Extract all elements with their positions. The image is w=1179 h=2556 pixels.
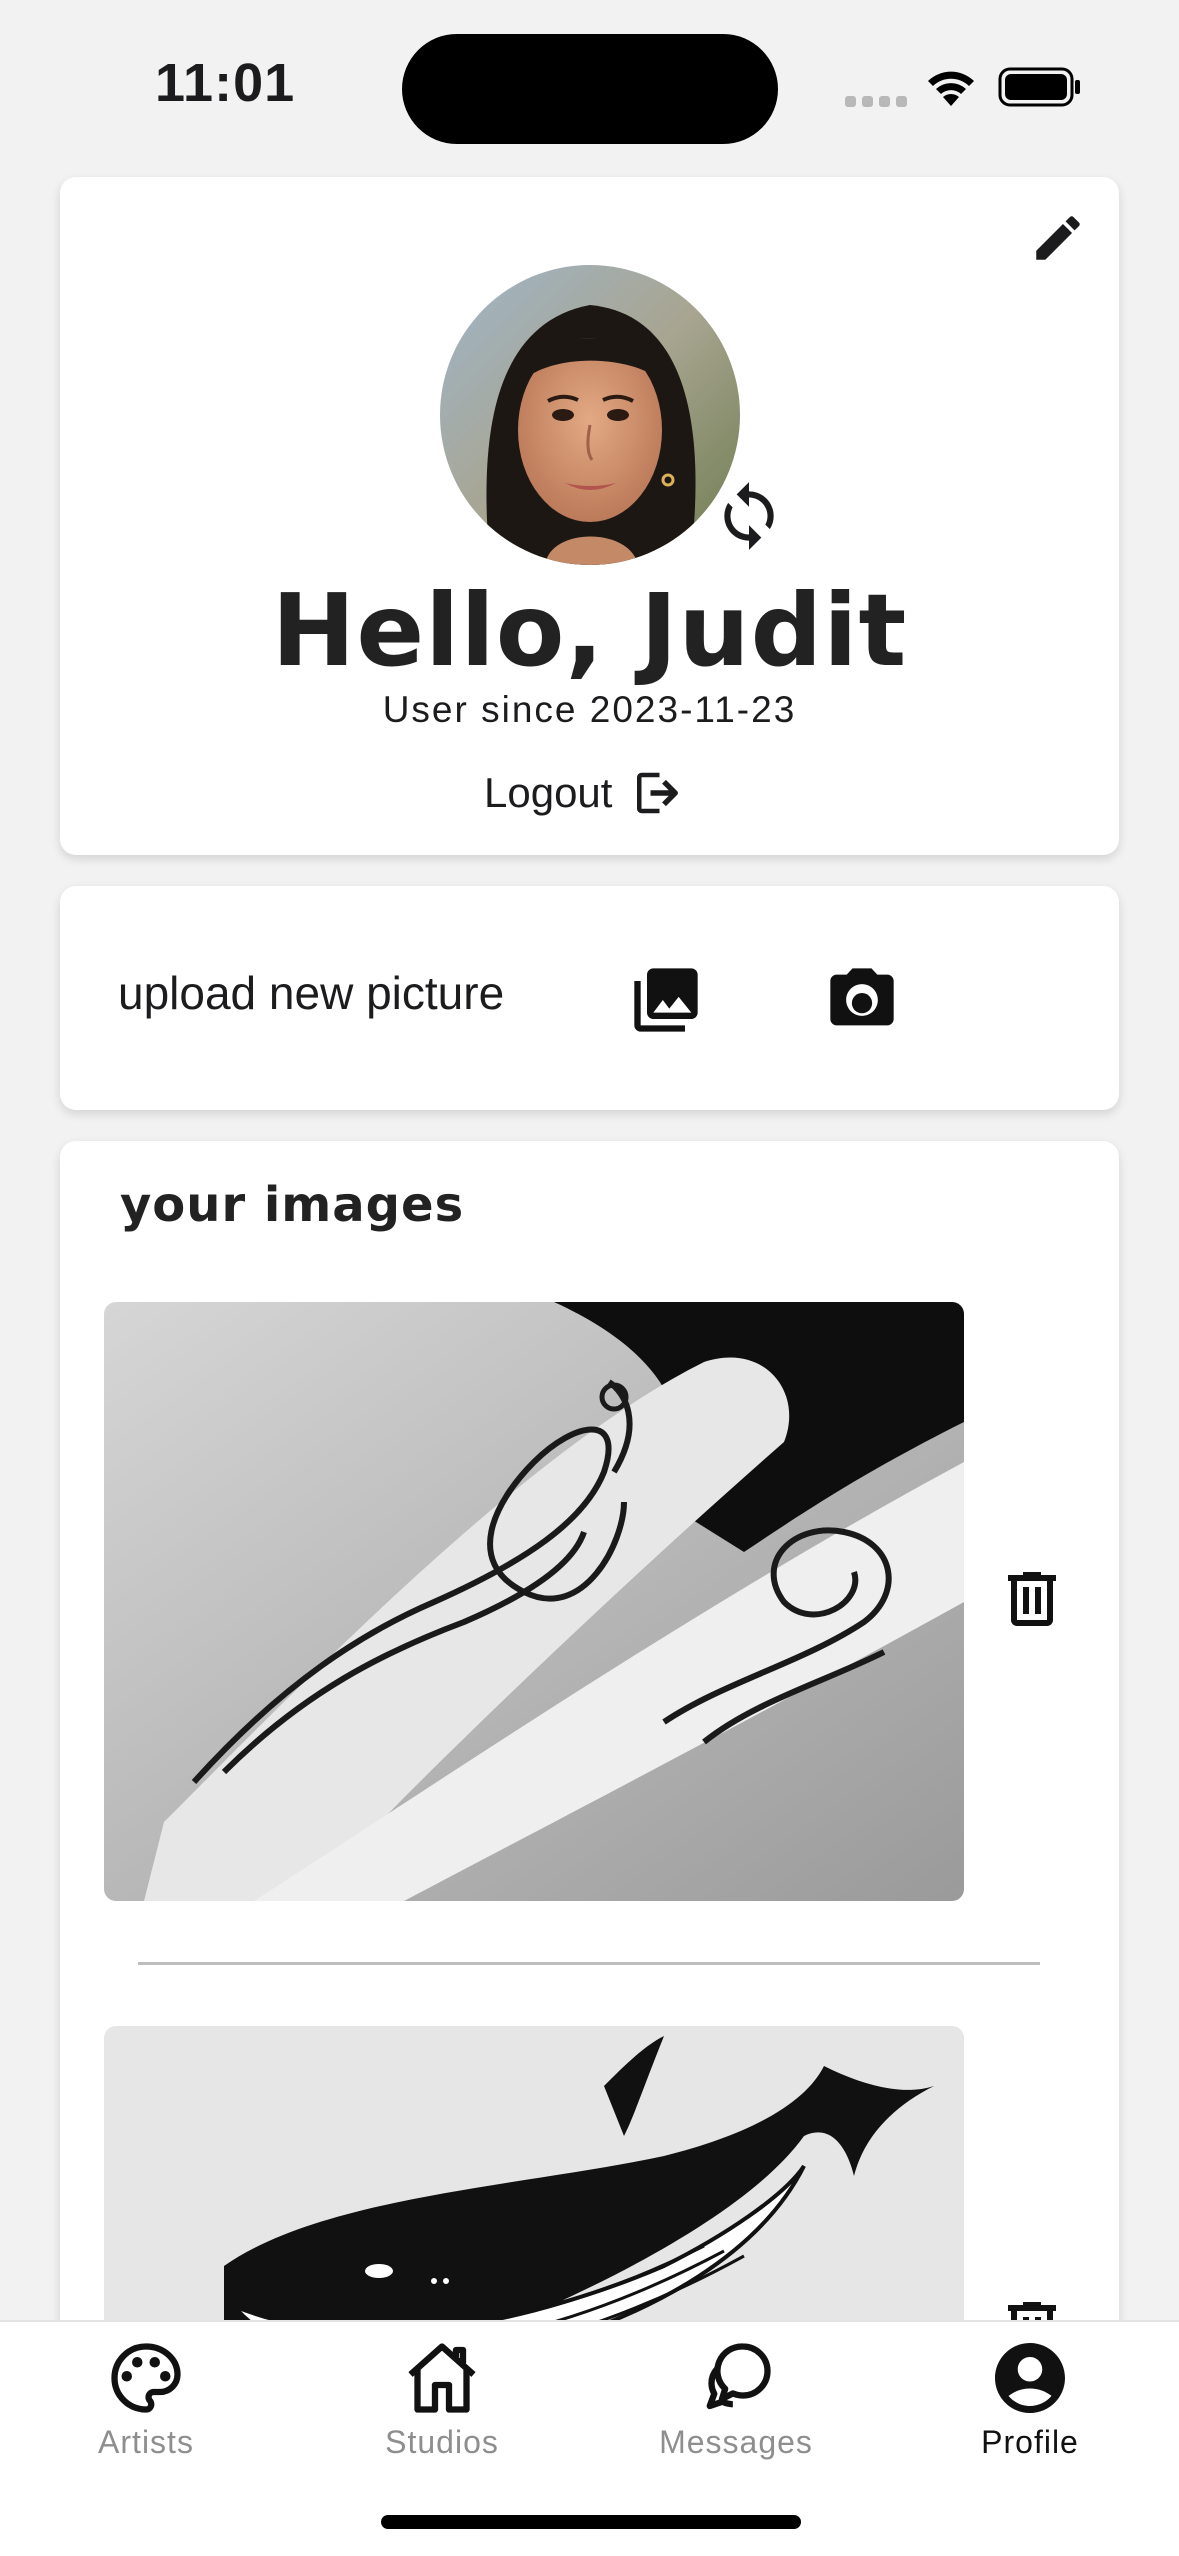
chat-bubbles-icon [706,2343,771,2410]
tab-messages[interactable]: Messages [616,2336,856,2486]
status-time: 11:01 [155,53,296,113]
tab-studios[interactable]: Studios [322,2336,562,2486]
tab-label: Profile [981,2424,1079,2460]
dynamic-island [402,34,778,144]
tab-profile[interactable]: Profile [910,2336,1150,2486]
images-section-title: your images [120,1177,465,1233]
home-indicator[interactable] [381,2515,801,2529]
status-bar: 11:01 [0,0,1179,160]
home-icon [408,2343,476,2413]
tab-label: Studios [385,2424,499,2460]
palette-icon [111,2343,181,2413]
logout-button[interactable]: Logout [484,761,682,825]
tab-label: Messages [659,2424,813,2460]
greeting-title: Hello, Judit [271,572,908,689]
member-since-text: User since 2023-11-23 [382,689,797,730]
delete-image-button[interactable] [996,1563,1068,1635]
logout-label: Logout [484,769,613,816]
tattoo-image-snake[interactable] [104,1302,964,1901]
upload-label: upload new picture [118,967,505,1019]
gallery-icon[interactable] [628,962,704,1038]
upload-card: upload new picture [60,886,1119,1110]
wifi-icon [928,71,974,106]
edit-profile-button[interactable] [1029,209,1087,267]
image-divider [138,1962,1040,1965]
tab-artists[interactable]: Artists [26,2336,266,2486]
account-circle-icon [995,2343,1065,2413]
profile-card: Hello, Judit User since 2023-11-23 Logou… [60,177,1119,855]
change-avatar-refresh-icon[interactable] [712,479,786,553]
cellular-signal-icon [845,96,907,107]
logout-icon [637,772,679,814]
avatar[interactable] [440,265,740,565]
battery-icon [998,67,1080,107]
tab-label: Artists [98,2424,194,2460]
camera-icon[interactable] [824,962,900,1038]
